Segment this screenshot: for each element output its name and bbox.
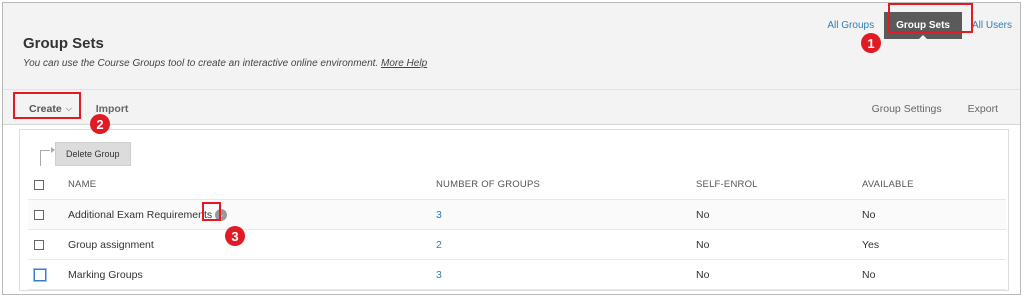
self-enrol-value: No xyxy=(696,238,710,251)
callout-badge-2: 2 xyxy=(90,114,110,134)
table-header-row: NAME NUMBER OF GROUPS SELF-ENROL AVAILAB… xyxy=(28,170,1006,200)
group-sets-content: Delete Group NAME NUMBER OF GROUPS SELF-… xyxy=(19,129,1009,291)
callout-box-create xyxy=(13,92,81,119)
callout-box-group-sets xyxy=(888,3,973,33)
elbow-arrow-icon xyxy=(40,147,55,166)
available-value: Yes xyxy=(862,238,880,251)
number-of-groups-link[interactable]: 3 xyxy=(436,269,442,281)
all-users-link[interactable]: All Users xyxy=(972,20,1012,31)
group-set-name[interactable]: Additional Exam Requirements xyxy=(68,209,212,221)
table-row: Additional Exam Requirements ⌄ 3 No No xyxy=(28,200,1006,230)
header-band: All Groups Group Sets All Users Group Se… xyxy=(3,3,1020,125)
table-row: Group assignment 2 No Yes xyxy=(28,230,1006,260)
all-groups-link[interactable]: All Groups xyxy=(827,20,874,31)
number-of-groups-link[interactable]: 2 xyxy=(436,239,442,251)
row-checkbox[interactable] xyxy=(34,268,46,281)
self-enrol-value: No xyxy=(696,208,710,221)
page-description: You can use the Course Groups tool to cr… xyxy=(23,58,427,69)
group-sets-table: NAME NUMBER OF GROUPS SELF-ENROL AVAILAB… xyxy=(28,170,1006,290)
page-title: Group Sets xyxy=(23,35,104,52)
group-settings-button[interactable]: Group Settings xyxy=(872,103,942,115)
column-header-number-of-groups[interactable]: NUMBER OF GROUPS xyxy=(436,170,540,199)
callout-box-row-menu xyxy=(202,202,221,221)
group-set-name[interactable]: Group assignment xyxy=(68,239,154,251)
column-header-self-enrol[interactable]: SELF-ENROL xyxy=(696,170,758,199)
table-row: Marking Groups 3 No No xyxy=(28,260,1006,290)
description-text: You can use the Course Groups tool to cr… xyxy=(23,58,379,69)
row-checkbox[interactable] xyxy=(34,239,44,250)
callout-badge-1: 1 xyxy=(861,33,881,53)
action-bar: Create ⌵ Import Group Settings Export xyxy=(3,89,1020,125)
self-enrol-value: No xyxy=(696,268,710,281)
export-button[interactable]: Export xyxy=(968,103,998,115)
number-of-groups-link[interactable]: 3 xyxy=(436,209,442,221)
available-value: No xyxy=(862,268,876,281)
row-checkbox[interactable] xyxy=(34,209,44,220)
delete-group-button[interactable]: Delete Group xyxy=(55,142,131,166)
column-header-name[interactable]: NAME xyxy=(68,170,96,199)
select-all-checkbox[interactable] xyxy=(34,179,44,190)
column-header-available[interactable]: AVAILABLE xyxy=(862,170,914,199)
group-set-name[interactable]: Marking Groups xyxy=(68,269,143,281)
available-value: No xyxy=(862,208,876,221)
more-help-link[interactable]: More Help xyxy=(381,58,427,69)
callout-badge-3: 3 xyxy=(225,226,245,246)
